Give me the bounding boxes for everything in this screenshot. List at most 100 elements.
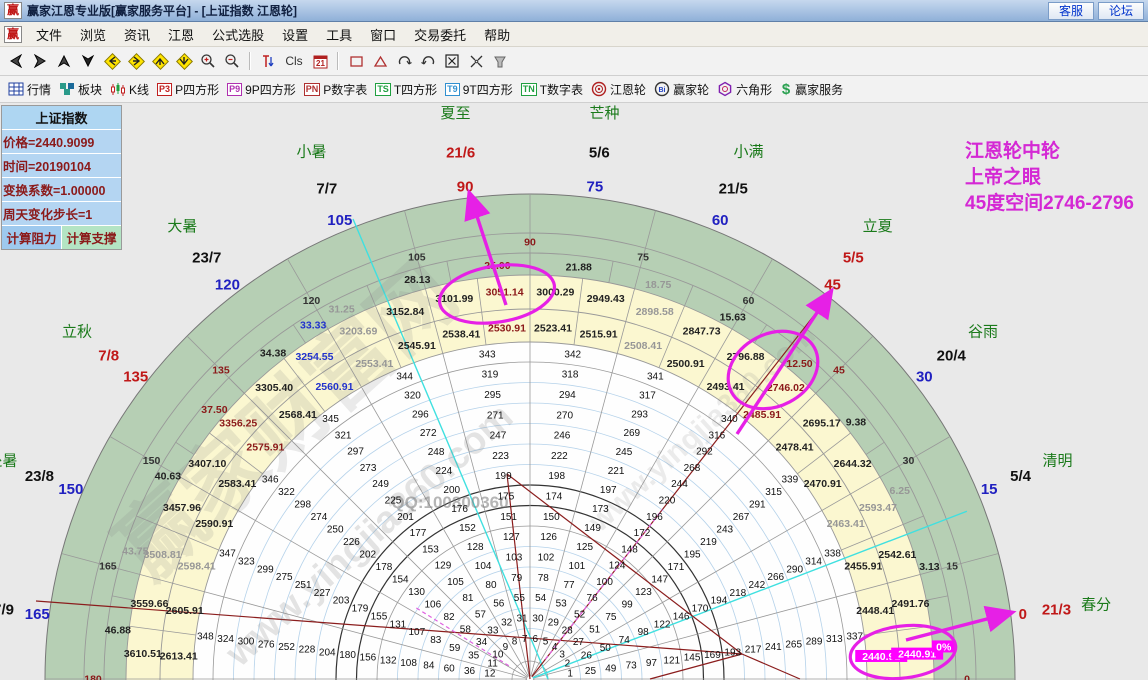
rect-tool-icon[interactable] [344, 50, 368, 72]
integer-cell: 300 [238, 637, 255, 648]
candles-icon [110, 82, 126, 97]
menu-交易委托[interactable]: 交易委托 [405, 23, 475, 46]
integer-cell: 244 [671, 479, 688, 490]
tool-行情[interactable]: 行情 [8, 81, 51, 98]
t-arrow-icon[interactable] [256, 50, 280, 72]
cls-icon[interactable]: Cls [280, 50, 308, 72]
nav-down-icon[interactable] [76, 50, 100, 72]
integer-cell: 246 [554, 431, 571, 442]
close-box-icon[interactable] [440, 50, 464, 72]
integer-cell: 223 [492, 451, 509, 462]
sky-degree-label: 75 [587, 178, 604, 195]
solar-term-label: 春分 [1081, 596, 1111, 613]
fine-price-cell: 2523.41 [534, 322, 572, 334]
crosshair-icon[interactable] [464, 50, 488, 72]
calc-resistance-button[interactable]: 计算阻力 [2, 226, 62, 249]
nav-up-icon[interactable] [52, 50, 76, 72]
titlebar-button-service[interactable]: 客服 [1048, 2, 1094, 20]
degree-ring-cell: 30 [903, 455, 915, 467]
integer-cell: 204 [319, 647, 336, 658]
integer-cell: 224 [436, 466, 453, 477]
coarse-price-cell: 3508.81 [144, 549, 182, 561]
integer-cell: 318 [562, 370, 579, 381]
dia-left-icon[interactable] [100, 50, 124, 72]
menu-设置[interactable]: 设置 [273, 23, 317, 46]
tool-江恩轮[interactable]: 江恩轮 [591, 81, 646, 98]
menu-文件[interactable]: 文件 [27, 23, 71, 46]
degree-ring-cell: 60 [743, 295, 755, 307]
tool-P数字表[interactable]: PNP数字表 [304, 81, 368, 98]
integer-cell: 145 [684, 653, 701, 664]
integer-cell: 97 [646, 658, 658, 669]
solar-term-label: 清明 [1043, 452, 1073, 469]
tri-tool-icon[interactable] [368, 50, 392, 72]
tool-9T四方形[interactable]: T99T四方形 [445, 81, 513, 98]
tool-赢家服务[interactable]: $赢家服务 [780, 81, 843, 98]
integer-cell: 324 [217, 634, 234, 645]
integer-cell: 198 [548, 471, 565, 482]
integer-cell: 251 [295, 580, 312, 591]
rot-cw-icon[interactable] [392, 50, 416, 72]
integer-cell: 227 [314, 588, 331, 599]
menu-窗口[interactable]: 窗口 [361, 23, 405, 46]
integer-cell: 121 [663, 655, 680, 666]
nav-right-icon[interactable] [28, 50, 52, 72]
integer-cell: 197 [600, 485, 617, 496]
dia-down-icon[interactable] [172, 50, 196, 72]
integer-cell: 196 [646, 512, 663, 523]
window-title: 赢家江恩专业版[赢家服务平台] - [上证指数 江恩轮] [27, 2, 1044, 19]
menu-浏览[interactable]: 浏览 [71, 23, 115, 46]
integer-cell: 270 [556, 410, 573, 421]
integer-cell: 156 [360, 653, 377, 664]
percent-cell: 21.88 [566, 261, 592, 273]
integer-cell: 295 [484, 390, 501, 401]
zoom-out-icon[interactable] [220, 50, 244, 72]
calc-support-button[interactable]: 计算支撑 [62, 226, 121, 249]
tool-六角形[interactable]: 六角形 [717, 81, 772, 98]
nav-left-icon[interactable] [4, 50, 28, 72]
integer-cell: 5 [543, 637, 549, 648]
panel-row-1: 时间=20190104 [2, 154, 121, 178]
title-bar: 赢 赢家江恩专业版[赢家服务平台] - [上证指数 江恩轮] 客服论坛 [0, 0, 1148, 22]
integer-cell: 220 [659, 495, 676, 506]
integer-cell: 222 [551, 451, 568, 462]
tool-板块[interactable]: 板块 [59, 81, 102, 98]
coarse-price-cell: 3203.69 [339, 326, 377, 338]
coarse-price-cell: 3610.51 [124, 648, 162, 660]
integer-cell: 103 [506, 553, 523, 564]
date-label: 23/7 [192, 250, 221, 267]
fine-price-cell: 2583.41 [218, 478, 256, 490]
dia-right-icon[interactable] [124, 50, 148, 72]
degree-ring-cell: 165 [99, 560, 117, 572]
menu-公式选股[interactable]: 公式选股 [203, 23, 273, 46]
integer-cell: 273 [360, 463, 377, 474]
integer-cell: 226 [343, 537, 360, 548]
integer-cell: 150 [543, 512, 560, 523]
integer-cell: 339 [781, 475, 798, 486]
dia-up-icon[interactable] [148, 50, 172, 72]
menu-工具[interactable]: 工具 [317, 23, 361, 46]
titlebar-button-forum[interactable]: 论坛 [1098, 2, 1144, 20]
menu-帮助[interactable]: 帮助 [475, 23, 519, 46]
tool-9P四方形[interactable]: P99P四方形 [227, 81, 296, 98]
panel-row-3: 周天变化步长=1 [2, 202, 121, 226]
menu-资讯[interactable]: 资讯 [115, 23, 159, 46]
calendar-icon[interactable]: 21 [308, 50, 332, 72]
tool-K线[interactable]: K线 [110, 81, 149, 98]
integer-cell: 154 [392, 574, 409, 585]
integer-cell: 171 [668, 562, 685, 573]
integer-cell: 4 [552, 642, 558, 653]
integer-cell: 102 [538, 553, 555, 564]
solar-term-label: 小满 [734, 143, 764, 160]
percent-cell: 12.50 [786, 358, 812, 370]
menu-江恩[interactable]: 江恩 [159, 23, 203, 46]
tool-T四方形[interactable]: TST四方形 [375, 81, 437, 98]
tool-赢家轮[interactable]: Bi赢家轮 [654, 81, 709, 98]
zoom-in-icon[interactable] [196, 50, 220, 72]
tool-P四方形[interactable]: P3P四方形 [157, 81, 219, 98]
trash-icon[interactable] [488, 50, 512, 72]
rot-ccw-icon[interactable] [416, 50, 440, 72]
tool-T数字表[interactable]: TNT数字表 [521, 81, 583, 98]
wheel-icon [591, 81, 607, 97]
integer-cell: 243 [716, 525, 733, 536]
